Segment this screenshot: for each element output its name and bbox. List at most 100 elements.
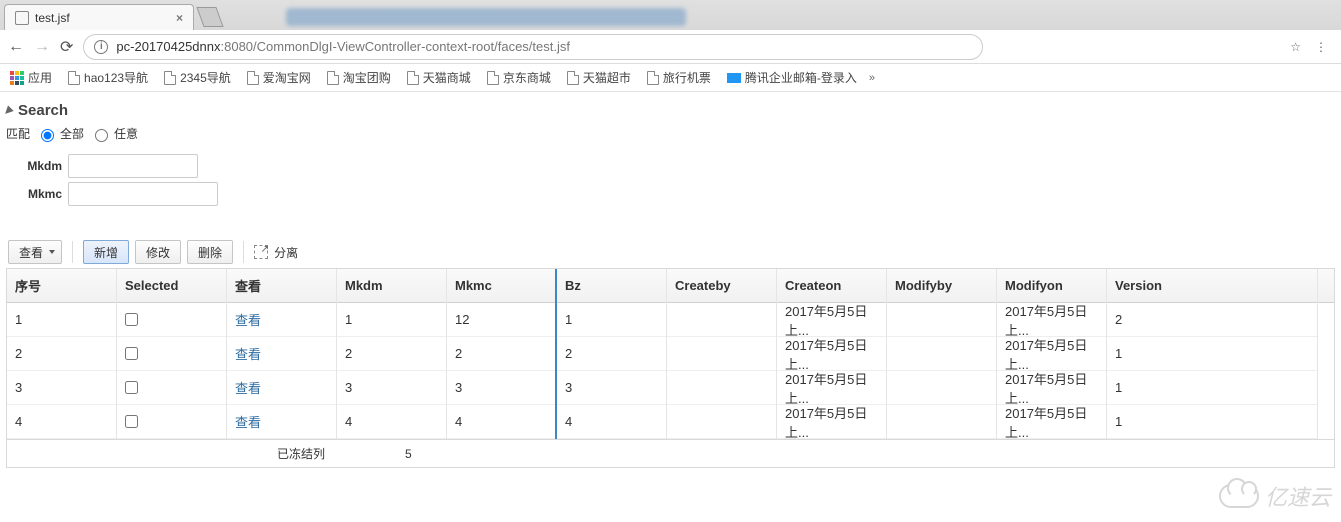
page-icon (247, 71, 259, 85)
page-icon (164, 71, 176, 85)
row-checkbox[interactable] (125, 313, 138, 326)
col-header-mkmc[interactable]: Mkmc (447, 269, 555, 303)
col-header-createby[interactable]: Createby (667, 269, 776, 303)
cell-modifyby (887, 371, 996, 405)
cell-selected (117, 303, 226, 337)
bookmark-item[interactable]: 天猫超市 (567, 69, 631, 86)
cell-modifyon: 2017年5月5日 上... (997, 405, 1106, 439)
col-header-modifyby[interactable]: Modifyby (887, 269, 996, 303)
cell-seq: 1 (7, 303, 116, 337)
url-host: pc-20170425dnnx (116, 39, 220, 54)
cell-view: 查看 (227, 405, 336, 439)
frozen-cols-value: 5 (405, 447, 412, 461)
background-tab-blurred (286, 8, 686, 26)
browser-tab-active[interactable]: test.jsf × (4, 4, 194, 30)
cell-mkmc: 3 (447, 371, 555, 405)
cell-selected (117, 337, 226, 371)
edit-button[interactable]: 修改 (135, 240, 181, 264)
cell-createon: 2017年5月5日 上... (777, 371, 886, 405)
data-table: 序号 1 2 3 4 Selected 查看 查看 查看 查看 查看 Mkdm … (6, 269, 1335, 440)
bookmark-item-mail[interactable]: 腾讯企业邮箱-登录入 (727, 69, 857, 86)
bookmark-item[interactable]: 旅行机票 (647, 69, 711, 86)
apps-grid-icon (10, 71, 24, 85)
bookmark-item[interactable]: 天猫商城 (407, 69, 471, 86)
view-link[interactable]: 查看 (235, 310, 261, 329)
cell-modifyby (887, 405, 996, 439)
row-checkbox[interactable] (125, 347, 138, 360)
match-any-radio[interactable] (95, 129, 108, 142)
menu-icon[interactable]: ⋮ (1315, 40, 1327, 54)
bookmark-item[interactable]: hao123导航 (68, 69, 148, 86)
search-panel-header[interactable]: Search (6, 102, 1335, 119)
col-header-modifyon[interactable]: Modifyon (997, 269, 1106, 303)
cell-createon: 2017年5月5日 上... (777, 303, 886, 337)
match-all-option[interactable]: 全部 (36, 125, 84, 142)
cloud-icon (1219, 484, 1259, 508)
reload-icon[interactable]: ⟳ (60, 37, 73, 57)
cell-mkmc: 4 (447, 405, 555, 439)
mkmc-row: Mkmc (6, 182, 1335, 206)
cell-modifyby (887, 337, 996, 371)
detach-icon (254, 245, 268, 259)
col-header-createon[interactable]: Createon (777, 269, 886, 303)
col-header-mkdm[interactable]: Mkdm (337, 269, 446, 303)
cell-mkdm: 3 (337, 371, 446, 405)
table-toolbar: 查看 新增 修改 删除 分离 (6, 236, 1335, 269)
col-header-version[interactable]: Version (1107, 269, 1317, 303)
bookmark-star-icon[interactable]: ☆ (1290, 40, 1301, 54)
mkmc-input[interactable] (68, 182, 218, 206)
row-checkbox[interactable] (125, 415, 138, 428)
view-link[interactable]: 查看 (235, 378, 261, 397)
toolbar-separator (72, 241, 73, 263)
view-dropdown-button[interactable]: 查看 (8, 240, 62, 264)
add-button[interactable]: 新增 (83, 240, 129, 264)
detach-button[interactable]: 分离 (254, 244, 298, 261)
cell-seq: 2 (7, 337, 116, 371)
mkdm-input[interactable] (68, 154, 198, 178)
site-info-icon[interactable]: i (94, 40, 108, 54)
cell-mkdm: 4 (337, 405, 446, 439)
row-checkbox[interactable] (125, 381, 138, 394)
cell-createby (667, 337, 776, 371)
new-tab-button[interactable] (196, 7, 223, 27)
cell-mkmc: 2 (447, 337, 555, 371)
url-path: /CommonDlgI-ViewController-context-root/… (253, 39, 570, 54)
cell-createby (667, 303, 776, 337)
cell-selected (117, 371, 226, 405)
page-icon (567, 71, 579, 85)
match-all-radio[interactable] (41, 129, 54, 142)
bookmarks-bar: 应用 hao123导航 2345导航 爱淘宝网 淘宝团购 天猫商城 京东商城 天… (0, 64, 1341, 92)
col-header-bz[interactable]: Bz (557, 269, 666, 303)
address-bar[interactable]: i pc-20170425dnnx:8080/CommonDlgI-ViewCo… (83, 34, 983, 60)
mail-icon (727, 73, 741, 83)
delete-button[interactable]: 删除 (187, 240, 233, 264)
close-tab-icon[interactable]: × (176, 11, 183, 25)
cell-mkdm: 2 (337, 337, 446, 371)
match-mode-row: 匹配 全部 任意 (6, 125, 1335, 142)
col-header-seq[interactable]: 序号 (7, 269, 116, 303)
bookmark-item[interactable]: 淘宝团购 (327, 69, 391, 86)
bookmark-item[interactable]: 爱淘宝网 (247, 69, 311, 86)
forward-icon[interactable]: → (34, 38, 50, 56)
match-any-option[interactable]: 任意 (90, 125, 138, 142)
cell-version: 2 (1107, 303, 1317, 337)
view-link[interactable]: 查看 (235, 412, 261, 431)
apps-shortcut[interactable]: 应用 (10, 69, 52, 86)
bookmark-item[interactable]: 2345导航 (164, 69, 231, 86)
col-header-view[interactable]: 查看 (227, 269, 336, 303)
col-header-selected[interactable]: Selected (117, 269, 226, 303)
browser-tab-strip: test.jsf × (0, 0, 1341, 30)
watermark-text: 亿速云 (1265, 480, 1331, 512)
cell-createby (667, 371, 776, 405)
bookmarks-overflow-icon[interactable]: » (869, 72, 875, 84)
bookmark-item[interactable]: 京东商城 (487, 69, 551, 86)
mkmc-label: Mkmc (6, 187, 68, 201)
back-icon[interactable]: ← (8, 38, 24, 56)
cell-view: 查看 (227, 337, 336, 371)
cell-version: 1 (1107, 371, 1317, 405)
view-link[interactable]: 查看 (235, 344, 261, 363)
cell-bz: 4 (557, 405, 666, 439)
cell-view: 查看 (227, 303, 336, 337)
tab-title: test.jsf (35, 11, 70, 25)
cell-seq: 3 (7, 371, 116, 405)
